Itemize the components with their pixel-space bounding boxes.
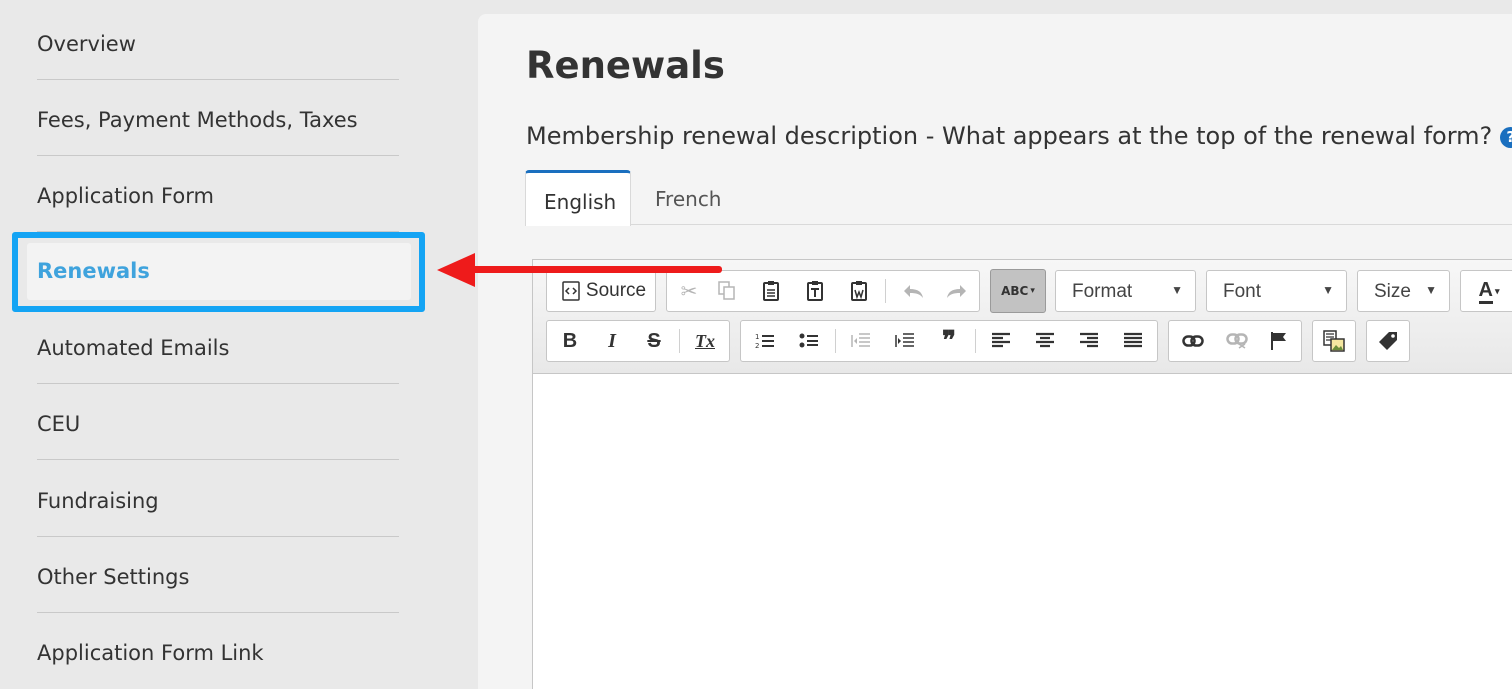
clipboard-group: ✂	[666, 270, 980, 312]
paste-word-icon[interactable]	[843, 271, 875, 311]
svg-text:2: 2	[755, 342, 759, 350]
placeholder-tag-icon[interactable]	[1369, 321, 1407, 361]
paste-text-icon[interactable]	[799, 271, 831, 311]
sidebar-item-label: Other Settings	[37, 565, 190, 589]
links-group	[1168, 320, 1302, 362]
source-icon	[562, 281, 580, 301]
undo-icon[interactable]	[895, 271, 931, 311]
sidebar-item-label: Overview	[37, 32, 136, 56]
sidebar-item-label: Application Form Link	[37, 641, 264, 665]
editor-toolbar: Source ✂ ABC ▾ Format ▼ Font ▼ Size ▼ A …	[533, 260, 1512, 374]
sidebar-item-label: Automated Emails	[37, 336, 230, 360]
description-text: Membership renewal description - What ap…	[526, 122, 1493, 150]
cut-icon[interactable]: ✂	[673, 271, 705, 311]
redo-icon[interactable]	[939, 271, 975, 311]
paste-icon[interactable]	[755, 271, 787, 311]
spellcheck-button[interactable]: ABC ▾	[990, 269, 1046, 313]
font-dropdown[interactable]: Font ▼	[1206, 270, 1347, 312]
sidebar-item-label: Renewals	[37, 259, 150, 283]
tab-english[interactable]: English	[525, 170, 631, 226]
align-left-icon[interactable]	[983, 321, 1019, 361]
annotation-arrow-head	[437, 253, 475, 287]
tab-label: English	[544, 190, 617, 214]
align-center-icon[interactable]	[1027, 321, 1063, 361]
link-icon[interactable]	[1173, 321, 1213, 361]
outdent-icon[interactable]	[843, 321, 879, 361]
size-label: Size	[1374, 281, 1411, 302]
tabs-divider	[526, 224, 1512, 225]
copy-icon[interactable]	[711, 271, 743, 311]
numbered-list-icon[interactable]: 12	[747, 321, 783, 361]
image-icon[interactable]	[1315, 321, 1353, 361]
font-label: Font	[1223, 281, 1262, 302]
description-label: Membership renewal description - What ap…	[526, 122, 1512, 150]
source-button[interactable]: Source	[557, 271, 651, 311]
sidebar-item-label: CEU	[37, 412, 81, 436]
strikethrough-icon[interactable]: S	[637, 321, 671, 361]
chevron-down-icon: ▼	[1322, 283, 1334, 297]
bulleted-list-icon[interactable]	[791, 321, 827, 361]
sidebar-item-automated-emails[interactable]: Automated Emails	[37, 308, 399, 384]
source-group: Source	[546, 270, 656, 312]
chevron-down-icon: ▼	[1425, 283, 1437, 297]
indent-icon[interactable]	[887, 321, 923, 361]
italic-icon[interactable]: I	[595, 321, 629, 361]
text-color-group: A ▾	[1460, 270, 1512, 312]
help-icon[interactable]: ?	[1500, 127, 1512, 148]
source-label: Source	[585, 280, 647, 301]
sidebar-item-application-form[interactable]: Application Form	[37, 156, 399, 232]
text-color-button[interactable]: A ▾	[1469, 271, 1509, 311]
sidebar-item-label: Application Form	[37, 184, 214, 208]
sidebar-item-fundraising[interactable]: Fundraising	[37, 461, 399, 537]
sidebar: Overview Fees, Payment Methods, Taxes Ap…	[0, 0, 462, 689]
sidebar-item-ceu[interactable]: CEU	[37, 384, 399, 460]
sidebar-item-other-settings[interactable]: Other Settings	[37, 537, 399, 613]
sidebar-item-overview[interactable]: Overview	[37, 4, 399, 80]
image-group	[1312, 320, 1356, 362]
sidebar-item-fees[interactable]: Fees, Payment Methods, Taxes	[37, 80, 399, 156]
size-dropdown[interactable]: Size ▼	[1357, 270, 1450, 312]
justify-icon[interactable]	[1115, 321, 1151, 361]
text-color-icon: A	[1478, 279, 1493, 304]
spellcheck-icon: ABC	[1001, 284, 1029, 298]
paragraph-group: 12 ❞	[740, 320, 1158, 362]
anchor-flag-icon[interactable]	[1261, 321, 1297, 361]
annotation-arrow-shaft	[470, 266, 722, 273]
bold-icon[interactable]: B	[553, 321, 587, 361]
blockquote-icon[interactable]: ❞	[931, 321, 967, 361]
tab-french[interactable]: French	[655, 187, 721, 211]
sidebar-item-label: Fundraising	[37, 489, 159, 513]
basic-style-group: B I S Tx	[546, 320, 730, 362]
svg-text:1: 1	[755, 333, 759, 341]
unlink-icon[interactable]	[1217, 321, 1257, 361]
page-title: Renewals	[526, 44, 725, 87]
tag-group	[1366, 320, 1410, 362]
chevron-down-icon: ▼	[1171, 283, 1183, 297]
remove-format-icon[interactable]: Tx	[687, 321, 723, 361]
align-right-icon[interactable]	[1071, 321, 1107, 361]
format-dropdown[interactable]: Format ▼	[1055, 270, 1196, 312]
sidebar-item-label: Fees, Payment Methods, Taxes	[37, 108, 358, 132]
sidebar-item-application-form-link[interactable]: Application Form Link	[37, 613, 399, 689]
format-label: Format	[1072, 281, 1133, 302]
